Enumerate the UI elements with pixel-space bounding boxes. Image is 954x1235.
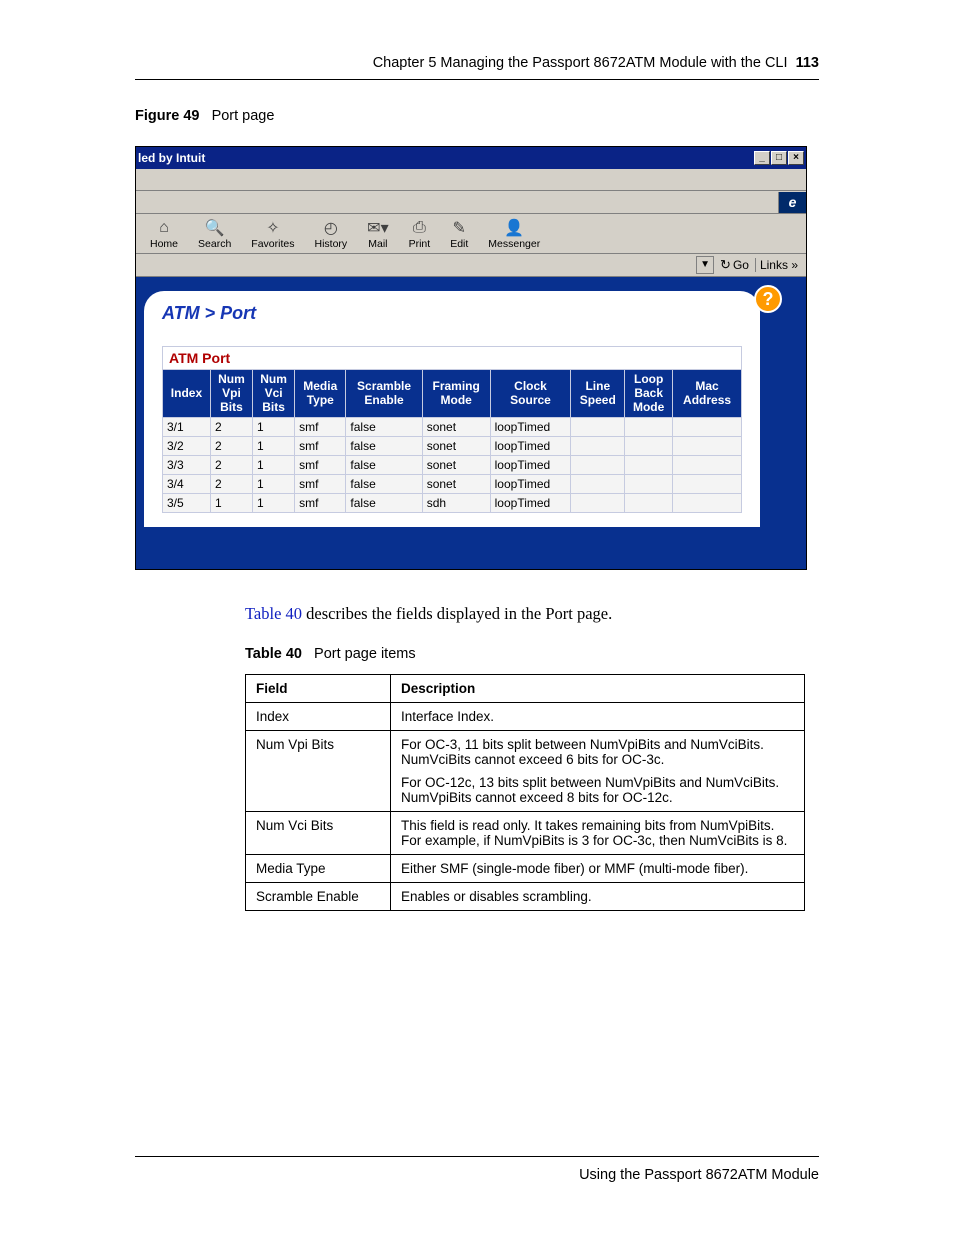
browser-logo-icon: e [778, 192, 806, 213]
toolbar: ⌂Home🔍Search✧Favorites◴History✉▾Mail⎙Pri… [136, 214, 806, 254]
col-header: NumVpiBits [210, 370, 252, 418]
col-header: MacAddress [673, 370, 742, 418]
links-button[interactable]: Links » [755, 258, 802, 272]
table-label: Table 40 Port page items [245, 646, 819, 662]
panel-title: ATM Port [162, 346, 742, 369]
minimize-icon[interactable]: _ [754, 151, 770, 165]
field-cell: Index [246, 703, 391, 731]
content-card: ATM > Port ATM Port IndexNumVpiBitsNumVc… [144, 291, 760, 527]
content-area: ? ATM > Port ATM Port IndexNumVpiBitsNum… [136, 277, 806, 569]
col-header: ClockSource [490, 370, 571, 418]
favorites-icon: ✧ [266, 218, 279, 238]
description-cell: Interface Index. [391, 703, 805, 731]
page-number: 113 [796, 55, 819, 71]
browser-screenshot: led by Intuit _ □ × e ⌂Home🔍Search✧Favor… [135, 146, 807, 570]
window-title: led by Intuit [138, 151, 754, 165]
mail-icon: ✉▾ [367, 218, 388, 238]
print-icon: ⎙ [413, 218, 426, 238]
table-row: Num Vpi BitsFor OC-3, 11 bits split betw… [246, 731, 805, 812]
field-cell: Media Type [246, 855, 391, 883]
breadcrumb: ATM > Port [162, 303, 742, 324]
address-dropdown-icon[interactable]: ▼ [696, 256, 714, 274]
col-header: NumVciBits [253, 370, 295, 418]
col-header: LoopBackMode [625, 370, 673, 418]
col-header: ScrambleEnable [346, 370, 422, 418]
address-bar: ▼ ↻ Go Links » [136, 254, 806, 277]
edit-icon: ✎ [453, 218, 466, 238]
figure-label: Figure 49 Port page [135, 108, 819, 124]
toolbar-home-button[interactable]: ⌂Home [140, 218, 188, 250]
port-page-items-table: Field Description IndexInterface Index.N… [245, 674, 805, 911]
table-link[interactable]: Table 40 [245, 604, 302, 623]
table-row: 3/511smffalsesdhloopTimed [163, 494, 742, 513]
col-header: MediaType [295, 370, 346, 418]
description-cell: Enables or disables scrambling. [391, 883, 805, 911]
field-cell: Scramble Enable [246, 883, 391, 911]
history-icon: ◴ [324, 218, 338, 238]
description-cell: For OC-3, 11 bits split between NumVpiBi… [391, 731, 805, 812]
toolbar-history-button[interactable]: ◴History [304, 218, 357, 250]
window-titlebar: led by Intuit _ □ × [136, 147, 806, 169]
toolbar-search-button[interactable]: 🔍Search [188, 218, 241, 250]
col-description: Description [391, 675, 805, 703]
table-row: IndexInterface Index. [246, 703, 805, 731]
table-row: Media TypeEither SMF (single-mode fiber)… [246, 855, 805, 883]
table-row: Scramble EnableEnables or disables scram… [246, 883, 805, 911]
toolbar-print-button[interactable]: ⎙Print [399, 218, 441, 250]
toolbar-favorites-button[interactable]: ✧Favorites [241, 218, 304, 250]
col-header: Index [163, 370, 211, 418]
page-footer: Using the Passport 8672ATM Module [135, 1156, 819, 1183]
close-icon[interactable]: × [788, 151, 804, 165]
logo-row: e [136, 191, 806, 214]
menubar [136, 169, 806, 191]
table-row: 3/121smffalsesonetloopTimed [163, 418, 742, 437]
chapter-title: Chapter 5 Managing the Passport 8672ATM … [373, 55, 788, 71]
home-icon: ⌂ [159, 218, 169, 238]
go-icon: ↻ [720, 257, 731, 273]
go-button[interactable]: ↻ Go [720, 257, 749, 273]
toolbar-mail-button[interactable]: ✉▾Mail [357, 218, 398, 250]
body-paragraph: Table 40 describes the fields displayed … [245, 604, 819, 624]
chapter-header: Chapter 5 Managing the Passport 8672ATM … [135, 55, 819, 80]
table-row: Num Vci BitsThis field is read only. It … [246, 812, 805, 855]
field-cell: Num Vpi Bits [246, 731, 391, 812]
col-header: LineSpeed [571, 370, 625, 418]
field-cell: Num Vci Bits [246, 812, 391, 855]
toolbar-edit-button[interactable]: ✎Edit [440, 218, 478, 250]
messenger-icon: 👤 [504, 218, 524, 238]
help-icon[interactable]: ? [754, 285, 782, 313]
table-row: 3/421smffalsesonetloopTimed [163, 475, 742, 494]
atm-port-table: IndexNumVpiBitsNumVciBitsMediaTypeScramb… [162, 369, 742, 513]
toolbar-messenger-button[interactable]: 👤Messenger [478, 218, 550, 250]
description-cell: This field is read only. It takes remain… [391, 812, 805, 855]
col-field: Field [246, 675, 391, 703]
table-row: 3/221smffalsesonetloopTimed [163, 437, 742, 456]
table-row: 3/321smffalsesonetloopTimed [163, 456, 742, 475]
description-cell: Either SMF (single-mode fiber) or MMF (m… [391, 855, 805, 883]
search-icon: 🔍 [205, 218, 225, 238]
col-header: FramingMode [422, 370, 490, 418]
maximize-icon[interactable]: □ [771, 151, 787, 165]
